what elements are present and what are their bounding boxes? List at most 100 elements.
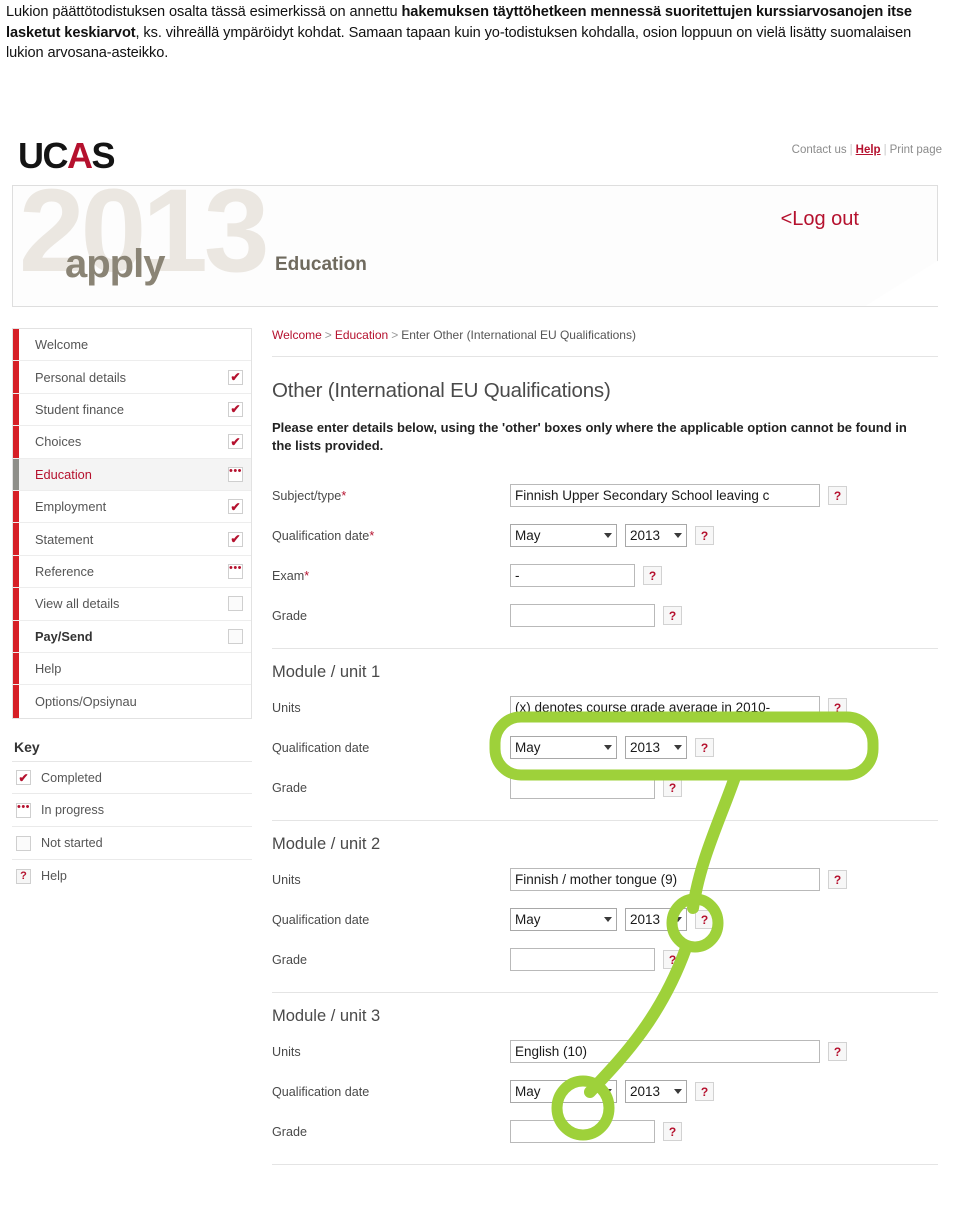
help-icon[interactable]: ? <box>828 870 847 890</box>
exam-label: Exam* <box>272 569 510 583</box>
module-units-row: Units Finnish / mother tongue (9)? <box>272 860 938 900</box>
help-icon[interactable]: ? <box>695 910 714 930</box>
qualification-month-value: May <box>515 528 541 544</box>
section-divider <box>272 991 938 993</box>
contact-us-link[interactable]: Contact us <box>792 144 847 156</box>
module-year-select[interactable]: 2013 <box>625 736 687 760</box>
sidebar-item-label: View all details <box>35 596 120 612</box>
module-grade-row: Grade? <box>272 1112 938 1152</box>
module-units-input[interactable]: English (10) <box>510 1040 820 1064</box>
grade-input[interactable] <box>510 604 655 628</box>
intro-text-1: Lukion päättötodistuksen osalta tässä es… <box>6 4 402 20</box>
intro-text-2: , ks. vihreällä ympäröidyt kohdat. Samaa… <box>6 24 912 62</box>
module-month-select[interactable]: May <box>510 736 617 760</box>
module-grade-label: Grade <box>272 1124 308 1139</box>
key-row-label: In progress <box>41 803 104 818</box>
required-marker: * <box>369 528 375 543</box>
module-date-row: Qualification date May 2013? <box>272 1072 938 1112</box>
logo-prefix: UC <box>18 135 69 176</box>
breadcrumb-sep-2: > <box>391 328 399 342</box>
ucas-apply-screenshot: UCAS Contact us | Help | Print page 2013 app… <box>0 120 960 1211</box>
help-icon[interactable]: ? <box>663 950 682 970</box>
subject-type-input[interactable]: Finnish Upper Secondary School leaving c <box>510 484 820 508</box>
print-page-link[interactable]: Print page <box>890 144 942 156</box>
exam-label-text: Exam <box>272 568 305 583</box>
sidebar-item-options-opsiynau[interactable]: Options/Opsiynau <box>13 685 251 719</box>
module-units-label: Units <box>272 700 301 715</box>
sidebar-item-label: Employment <box>35 499 107 515</box>
sidebar-item-label: Options/Opsiynau <box>35 693 137 709</box>
help-icon: ? <box>16 868 31 884</box>
sidebar-item-label: Student finance <box>35 401 124 417</box>
main-content: Welcome > Education > Enter Other (Internati… <box>272 328 938 1165</box>
sidebar-item-statement[interactable]: Statement ✔ <box>13 523 251 556</box>
check-icon: ✔ <box>228 499 243 515</box>
section-nav-list: Welcome Personal details ✔ Student finance ✔… <box>12 328 252 719</box>
subject-type-row: Subject/type* Finnish Upper Secondary Sc… <box>272 476 938 516</box>
link-separator-2: | <box>883 144 887 156</box>
module-date-label: Qualification date <box>272 1084 370 1099</box>
breadcrumb-education[interactable]: Education <box>335 328 388 342</box>
sidebar-item-label: Reference <box>35 563 95 579</box>
module-units-input[interactable]: Finnish / mother tongue (9) <box>510 868 820 892</box>
chevron-down-icon <box>674 1089 682 1095</box>
help-icon[interactable]: ? <box>643 566 662 586</box>
sidebar-item-help[interactable]: Help <box>13 652 251 686</box>
help-icon[interactable]: ? <box>663 778 682 798</box>
help-icon[interactable]: ? <box>663 1122 682 1142</box>
help-icon[interactable]: ? <box>828 1042 847 1062</box>
sidebar-item-welcome[interactable]: Welcome <box>13 329 251 362</box>
key-heading: Key <box>14 738 40 755</box>
help-icon[interactable]: ? <box>695 738 714 758</box>
module-grade-input[interactable] <box>510 1120 655 1144</box>
log-out-link[interactable]: <Log out <box>781 208 859 231</box>
module-year-select[interactable]: 2013 <box>625 1080 687 1104</box>
chevron-down-icon <box>604 917 612 923</box>
sidebar-item-pay-send[interactable]: Pay/Send <box>13 620 251 653</box>
sidebar-item-student-finance[interactable]: Student finance ✔ <box>13 393 251 427</box>
breadcrumb-current: Enter Other (International EU Qualificat… <box>401 328 636 342</box>
module-year-select[interactable]: 2013 <box>625 908 687 932</box>
module-units-label: Units <box>272 1044 301 1059</box>
check-icon: ✔ <box>16 770 31 786</box>
module-grade-input[interactable] <box>510 948 655 972</box>
sidebar-item-label: Personal details <box>35 369 127 385</box>
key-row: ✔ Completed <box>12 762 252 795</box>
help-link[interactable]: Help <box>856 144 881 156</box>
module-date-label: Qualification date <box>272 740 370 755</box>
sidebar-item-view-all-details[interactable]: View all details <box>13 588 251 621</box>
module-grade-input[interactable] <box>510 776 655 800</box>
module-units-input[interactable]: (x) denotes course grade average in 2010… <box>510 696 820 720</box>
qualification-month-select[interactable]: May <box>510 524 617 548</box>
module-month-select[interactable]: May <box>510 1080 617 1104</box>
qualification-fieldset: Subject/type* Finnish Upper Secondary Sc… <box>272 476 938 649</box>
sidebar-item-personal-details[interactable]: Personal details ✔ <box>13 361 251 394</box>
sidebar-item-label: Welcome <box>35 337 89 353</box>
module-title: Module / unit 2 <box>272 834 381 853</box>
help-icon[interactable]: ? <box>695 526 714 546</box>
module-date-row: Qualification date May 2013? <box>272 728 938 768</box>
chevron-down-icon <box>674 917 682 923</box>
sidebar-item-label: Help <box>35 661 62 677</box>
breadcrumb-welcome[interactable]: Welcome <box>272 328 322 342</box>
module-section: Module / unit 2 Units Finnish / mother ton… <box>272 835 938 993</box>
sidebar-item-employment[interactable]: Employment ✔ <box>13 490 251 524</box>
exam-input[interactable]: - <box>510 564 635 588</box>
sidebar-item-reference[interactable]: Reference ••• <box>13 555 251 589</box>
grade-label: Grade <box>272 608 308 623</box>
key-row-label: Completed <box>41 770 102 785</box>
module-grade-row: Grade? <box>272 940 938 980</box>
help-icon[interactable]: ? <box>695 1082 714 1102</box>
sidebar-item-choices[interactable]: Choices ✔ <box>13 426 251 459</box>
qualification-year-select[interactable]: 2013 <box>625 524 687 548</box>
help-icon[interactable]: ? <box>828 698 847 718</box>
content-top-divider <box>272 356 938 357</box>
help-icon[interactable]: ? <box>828 486 847 506</box>
sidebar-item-education[interactable]: Education ••• <box>13 458 251 491</box>
link-separator-1: | <box>849 144 853 156</box>
exam-row: Exam* - ? <box>272 556 938 596</box>
section-divider <box>272 1163 938 1165</box>
help-icon[interactable]: ? <box>663 606 682 626</box>
module-month-select[interactable]: May <box>510 908 617 932</box>
dots-icon: ••• <box>228 563 243 579</box>
